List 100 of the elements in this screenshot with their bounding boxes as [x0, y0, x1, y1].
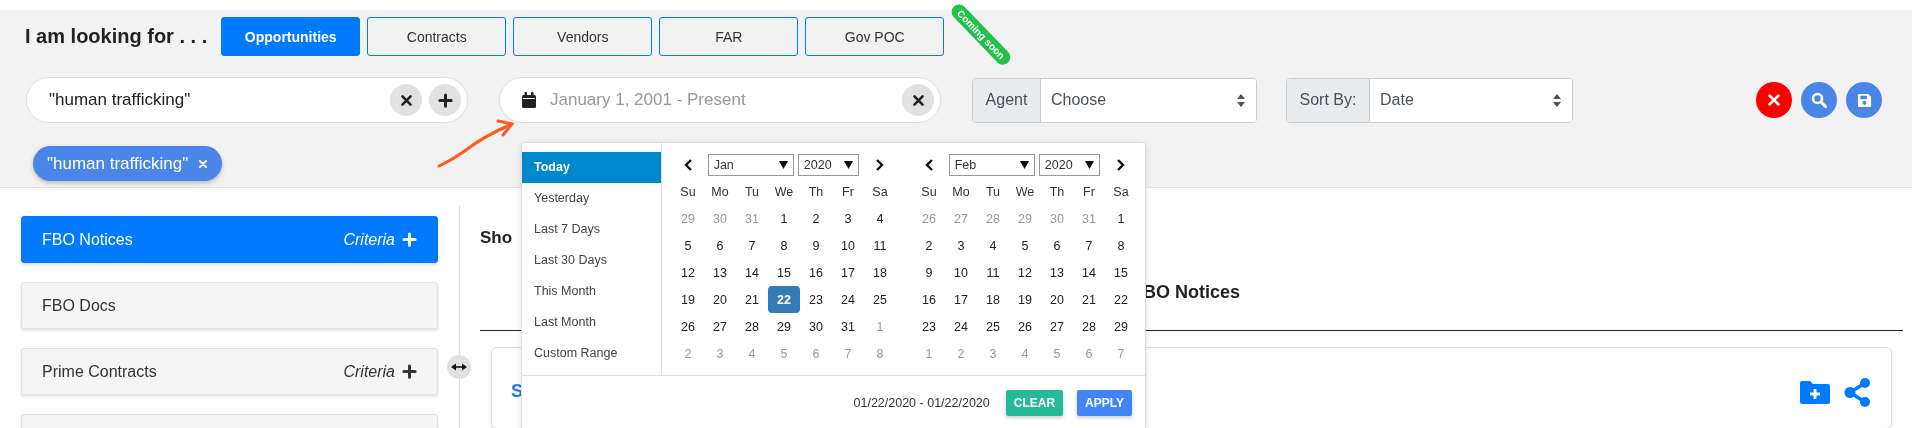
- year-select[interactable]: 2020: [797, 154, 860, 176]
- calendar-day[interactable]: 4: [864, 205, 896, 232]
- calendar-day[interactable]: 16: [800, 259, 832, 286]
- calendar-day[interactable]: 15: [1105, 259, 1137, 286]
- range-option[interactable]: Last 30 Days: [522, 245, 661, 276]
- calendar-day[interactable]: 1: [1105, 205, 1137, 232]
- calendar-day[interactable]: 2: [913, 232, 945, 259]
- filter-chip[interactable]: "human trafficking": [33, 146, 223, 181]
- criteria-link[interactable]: Criteria: [343, 362, 417, 381]
- calendar-day[interactable]: 8: [768, 232, 800, 259]
- category-tab[interactable]: Vendors: [513, 17, 653, 56]
- calendar-day[interactable]: 18: [977, 286, 1009, 313]
- calendar-day[interactable]: 18: [864, 259, 896, 286]
- remove-icon[interactable]: [198, 158, 209, 169]
- sidebar-item[interactable]: FBO Notices Criteria: [21, 216, 438, 263]
- search-button[interactable]: [1801, 82, 1837, 118]
- calendar-day[interactable]: 5: [1009, 232, 1041, 259]
- month-select[interactable]: Jan: [707, 154, 794, 176]
- share-icon[interactable]: [1844, 378, 1871, 407]
- calendar-day[interactable]: 11: [977, 259, 1009, 286]
- calendar-day[interactable]: 23: [913, 313, 945, 340]
- range-option[interactable]: This Month: [522, 276, 661, 307]
- save-icon: [1856, 92, 1872, 108]
- calendar-day[interactable]: 27: [704, 313, 736, 340]
- calendar-day[interactable]: 12: [1009, 259, 1041, 286]
- calendar-day[interactable]: 17: [832, 259, 864, 286]
- calendar-day[interactable]: 20: [704, 286, 736, 313]
- calendar-day[interactable]: 26: [672, 313, 704, 340]
- calendar-day[interactable]: 3: [832, 205, 864, 232]
- calendar-day[interactable]: 17: [945, 286, 977, 313]
- calendar-day[interactable]: 4: [977, 232, 1009, 259]
- item-label: FBO Notices: [42, 230, 133, 249]
- calendar-day[interactable]: 14: [736, 259, 768, 286]
- calendar-day[interactable]: 16: [913, 286, 945, 313]
- dropdown-arrow-icon: [1019, 161, 1029, 169]
- calendar-day[interactable]: 10: [945, 259, 977, 286]
- category-tab[interactable]: FAR: [659, 17, 799, 56]
- date-range-field[interactable]: January 1, 2001 - Present: [499, 77, 941, 123]
- weekday-label: Tu: [743, 183, 761, 201]
- resize-handle[interactable]: [447, 355, 471, 379]
- calendar-day[interactable]: 6: [704, 232, 736, 259]
- calendar-day[interactable]: 21: [1073, 286, 1105, 313]
- range-option[interactable]: Custom Range: [522, 338, 661, 369]
- sort-arrows-icon: [1236, 92, 1246, 108]
- category-tab[interactable]: Opportunities: [221, 17, 361, 56]
- calendar-day[interactable]: 11: [864, 232, 896, 259]
- calendar-day[interactable]: 2: [800, 205, 832, 232]
- save-button[interactable]: [1846, 82, 1882, 118]
- calendar-day[interactable]: 30: [800, 313, 832, 340]
- year-select[interactable]: 2020: [1038, 154, 1101, 176]
- calendar-day[interactable]: 25: [977, 313, 1009, 340]
- calendar-day[interactable]: 15: [768, 259, 800, 286]
- calendar-day[interactable]: 3: [945, 232, 977, 259]
- calendar-day[interactable]: 22: [768, 286, 800, 313]
- calendar-day[interactable]: 7: [736, 232, 768, 259]
- weekday-label: Fr: [1082, 183, 1096, 201]
- sidebar-item[interactable]: Prime Contracts Criteria: [21, 348, 438, 395]
- calendar-day[interactable]: 23: [800, 286, 832, 313]
- calendar-day[interactable]: 10: [832, 232, 864, 259]
- search-field[interactable]: "human trafficking": [26, 77, 468, 123]
- calendar-day[interactable]: 6: [1041, 232, 1073, 259]
- range-option[interactable]: Last 7 Days: [522, 214, 661, 245]
- calendar-day[interactable]: 13: [704, 259, 736, 286]
- calendar-day[interactable]: 31: [832, 313, 864, 340]
- folder-plus-icon[interactable]: [1800, 381, 1830, 404]
- category-tab[interactable]: Gov POC: [805, 17, 945, 56]
- calendar-day[interactable]: 24: [832, 286, 864, 313]
- calendar-day[interactable]: 26: [1009, 313, 1041, 340]
- calendar-day[interactable]: 1: [768, 205, 800, 232]
- sidebar-item[interactable]: FBO Docs: [21, 282, 438, 329]
- calendar-day[interactable]: 8: [1105, 232, 1137, 259]
- calendar-day[interactable]: 24: [945, 313, 977, 340]
- range-option[interactable]: Today: [522, 152, 661, 183]
- calendar-day[interactable]: 12: [672, 259, 704, 286]
- calendar-day[interactable]: 7: [1073, 232, 1105, 259]
- calendar-day[interactable]: 9: [800, 232, 832, 259]
- calendar-day[interactable]: 29: [768, 313, 800, 340]
- calendar-day[interactable]: 25: [864, 286, 896, 313]
- calendar-day[interactable]: 13: [1041, 259, 1073, 286]
- calendar-day[interactable]: 20: [1041, 286, 1073, 313]
- range-option[interactable]: Last Month: [522, 307, 661, 338]
- calendar-day[interactable]: 19: [672, 286, 704, 313]
- calendar-day[interactable]: 14: [1073, 259, 1105, 286]
- category-tab[interactable]: Contracts: [367, 17, 507, 56]
- calendar-day[interactable]: 19: [1009, 286, 1041, 313]
- calendar-day[interactable]: 9: [913, 259, 945, 286]
- month-select[interactable]: Feb: [948, 154, 1035, 176]
- calendar-day[interactable]: 22: [1105, 286, 1137, 313]
- weekday-label: Th: [1048, 183, 1066, 201]
- calendar-day[interactable]: 5: [672, 232, 704, 259]
- weekday-label: Tu: [984, 183, 1002, 201]
- calendar-day[interactable]: 28: [736, 313, 768, 340]
- calendar-day[interactable]: 28: [1073, 313, 1105, 340]
- range-option[interactable]: Yesterday: [522, 183, 661, 214]
- criteria-link[interactable]: Criteria: [343, 230, 417, 249]
- reset-button[interactable]: [1756, 82, 1792, 118]
- calendar-day[interactable]: 27: [1041, 313, 1073, 340]
- apply-button[interactable]: APPLY: [1077, 390, 1132, 416]
- calendar-day[interactable]: 29: [1105, 313, 1137, 340]
- calendar-day[interactable]: 21: [736, 286, 768, 313]
